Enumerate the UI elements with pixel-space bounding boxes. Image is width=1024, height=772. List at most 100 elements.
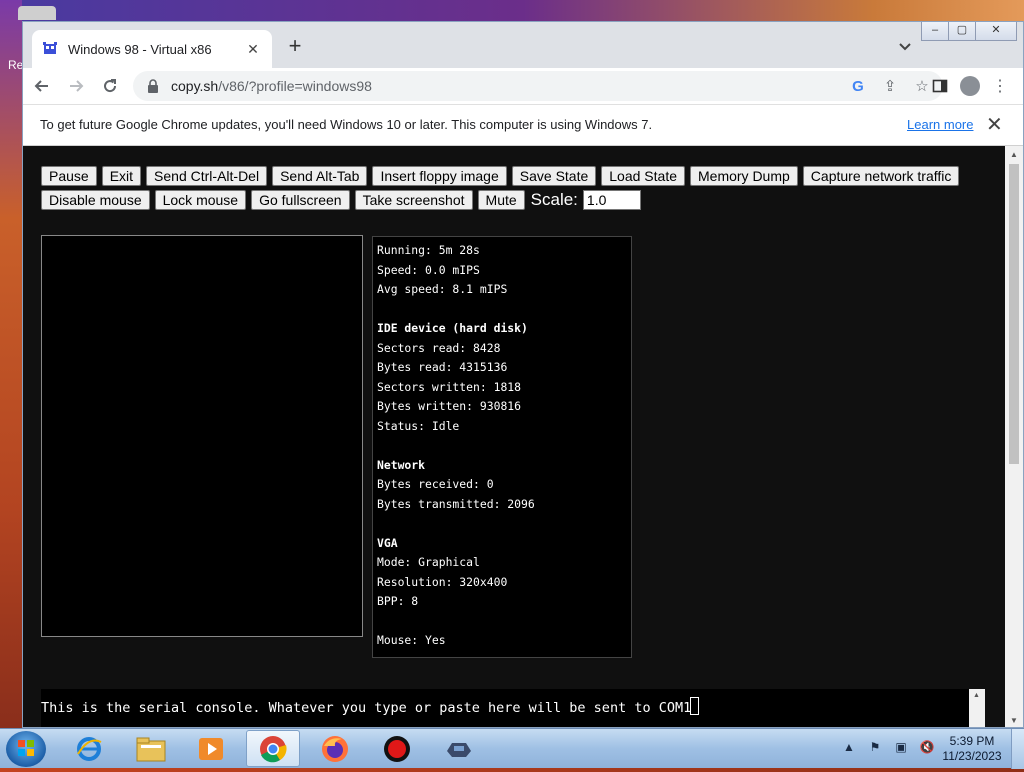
scroll-down-icon[interactable]: ▼ — [1010, 716, 1018, 725]
stat-vga-resolution: Resolution: 320x400 — [377, 574, 508, 589]
stat-speed: Speed: 0.0 mIPS — [377, 262, 480, 277]
vga-header: VGA — [377, 535, 398, 550]
emulator-screen[interactable] — [41, 235, 363, 637]
action-center-flag-icon[interactable]: ⚑ — [866, 740, 884, 758]
stat-running: Running: 5m 28s — [377, 243, 480, 257]
start-button[interactable] — [6, 731, 46, 767]
send-ctrl-alt-del-button[interactable]: Send Ctrl-Alt-Del — [146, 166, 268, 186]
disable-mouse-button[interactable]: Disable mouse — [41, 190, 150, 210]
more-menu-icon[interactable]: ⋮ — [985, 71, 1015, 101]
internet-explorer-icon[interactable] — [62, 730, 116, 767]
tab-strip: Windows 98 - Virtual x86 ✕ + – ▢ ✕ — [23, 22, 1023, 68]
insert-floppy-button[interactable]: Insert floppy image — [372, 166, 507, 186]
scrollbar-thumb[interactable] — [1009, 164, 1019, 464]
file-explorer-icon[interactable] — [124, 730, 178, 767]
stat-vga-bpp: BPP: 8 — [377, 594, 419, 608]
send-alt-tab-button[interactable]: Send Alt-Tab — [272, 166, 368, 186]
browser-window: Windows 98 - Virtual x86 ✕ + – ▢ ✕ copy.… — [22, 21, 1024, 728]
show-hidden-icons-icon[interactable]: ▲ — [840, 740, 858, 758]
firefox-icon[interactable] — [308, 730, 362, 767]
clock-date: 11/23/2023 — [942, 749, 1002, 763]
stat-bytes-read: Bytes read: 4315136 — [377, 360, 508, 374]
close-window-button[interactable]: ✕ — [975, 22, 1017, 41]
control-buttons-row-1: Pause Exit Send Ctrl-Alt-Del Send Alt-Ta… — [41, 166, 964, 186]
stat-disk-status: Status: Idle — [377, 418, 460, 433]
scale-label: Scale: — [530, 190, 578, 209]
runtime-stats-panel: Running: 5m 28s Speed: 0.0 mIPS Avg spee… — [372, 236, 632, 658]
close-tab-icon[interactable]: ✕ — [244, 41, 262, 58]
show-desktop-button[interactable] — [1011, 729, 1024, 769]
serial-console-text: This is the serial console. Whatever you… — [41, 700, 692, 716]
side-panel-icon[interactable] — [925, 71, 955, 101]
chrome-icon[interactable] — [246, 730, 300, 767]
update-info-bar: To get future Google Chrome updates, you… — [23, 104, 1023, 146]
stat-sectors-read: Sectors read: 8428 — [377, 340, 501, 355]
minimize-button[interactable]: – — [921, 22, 949, 41]
share-icon[interactable]: ⇪ — [881, 77, 899, 95]
pause-button[interactable]: Pause — [41, 166, 97, 186]
network-icon[interactable]: ▣ — [892, 740, 910, 758]
browser-tab[interactable]: Windows 98 - Virtual x86 ✕ — [32, 30, 272, 68]
reload-icon[interactable] — [95, 71, 125, 101]
profile-avatar[interactable] — [955, 71, 985, 101]
system-tray: ▲ ⚑ ▣ 🔇 — [840, 729, 944, 769]
serial-console[interactable]: This is the serial console. Whatever you… — [41, 689, 971, 727]
page-content: Pause Exit Send Ctrl-Alt-Del Send Alt-Ta… — [23, 146, 1005, 727]
clock-time: 5:39 PM — [949, 734, 995, 748]
capture-network-traffic-button[interactable]: Capture network traffic — [802, 166, 960, 186]
new-tab-button[interactable]: + — [283, 35, 307, 59]
stat-sectors-written: Sectors written: 1818 — [377, 379, 522, 394]
load-state-button[interactable]: Load State — [601, 166, 685, 186]
exit-button[interactable]: Exit — [101, 166, 142, 186]
go-fullscreen-button[interactable]: Go fullscreen — [251, 190, 350, 210]
memory-dump-button[interactable]: Memory Dump — [690, 166, 798, 186]
forward-arrow-icon[interactable] — [61, 71, 91, 101]
windows-logo-icon — [18, 740, 34, 756]
maximize-button[interactable]: ▢ — [948, 22, 976, 41]
page-scrollbar[interactable]: ▲ ▼ — [1005, 146, 1023, 727]
lock-icon[interactable] — [145, 78, 161, 94]
info-bar-message: To get future Google Chrome updates, you… — [40, 117, 653, 132]
media-player-icon[interactable] — [184, 730, 238, 767]
taskbar: ▲ ⚑ ▣ 🔇 5:39 PM 11/23/2023 — [0, 728, 1024, 769]
taskbar-clock[interactable]: 5:39 PM 11/23/2023 — [936, 734, 1008, 764]
save-state-button[interactable]: Save State — [511, 166, 597, 186]
mute-button[interactable]: Mute — [477, 190, 525, 210]
back-arrow-icon[interactable] — [27, 71, 57, 101]
control-buttons-row-2: Disable mouse Lock mouse Go fullscreen T… — [41, 190, 641, 210]
stat-mouse: Mouse: Yes — [377, 633, 446, 647]
v86-favicon-icon — [43, 42, 57, 54]
stat-bytes-written: Bytes written: 930816 — [377, 399, 522, 413]
lock-mouse-button[interactable]: Lock mouse — [154, 190, 247, 210]
google-icon[interactable]: G — [849, 77, 867, 95]
url-text[interactable]: copy.sh/v86/?profile=windows98 — [171, 78, 835, 94]
stat-bytes-received: Bytes received: 0 — [377, 477, 494, 491]
browser-toolbar: copy.sh/v86/?profile=windows98 G ⇪ ☆ ⋮ — [23, 68, 1023, 104]
window-controls: – ▢ ✕ — [921, 22, 1017, 41]
chevron-down-icon[interactable] — [895, 36, 915, 56]
stat-vga-mode: Mode: Graphical — [377, 555, 480, 569]
recycle-bin-icon[interactable] — [18, 6, 56, 20]
take-screenshot-button[interactable]: Take screenshot — [354, 190, 473, 210]
learn-more-link[interactable]: Learn more — [907, 117, 973, 132]
address-bar[interactable]: copy.sh/v86/?profile=windows98 G ⇪ ☆ — [133, 71, 943, 101]
serial-console-scrollbar[interactable]: ▲ — [969, 689, 985, 727]
network-app-icon[interactable] — [432, 730, 486, 767]
scale-input[interactable] — [582, 190, 641, 210]
volume-muted-icon[interactable]: 🔇 — [918, 740, 936, 758]
recorder-icon[interactable] — [370, 730, 424, 767]
network-header: Network — [377, 457, 426, 472]
close-info-bar-icon[interactable]: ✕ — [986, 112, 1003, 137]
stat-bytes-transmitted: Bytes transmitted: 2096 — [377, 496, 535, 511]
text-cursor — [690, 697, 700, 715]
tab-title: Windows 98 - Virtual x86 — [68, 41, 212, 57]
stat-avg-speed: Avg speed: 8.1 mIPS — [377, 282, 508, 296]
scroll-up-icon[interactable]: ▲ — [1010, 150, 1018, 159]
ide-header: IDE device (hard disk) — [377, 321, 528, 335]
desktop-background-left: Re — [0, 0, 56, 728]
desktop-background-top — [22, 0, 1024, 22]
